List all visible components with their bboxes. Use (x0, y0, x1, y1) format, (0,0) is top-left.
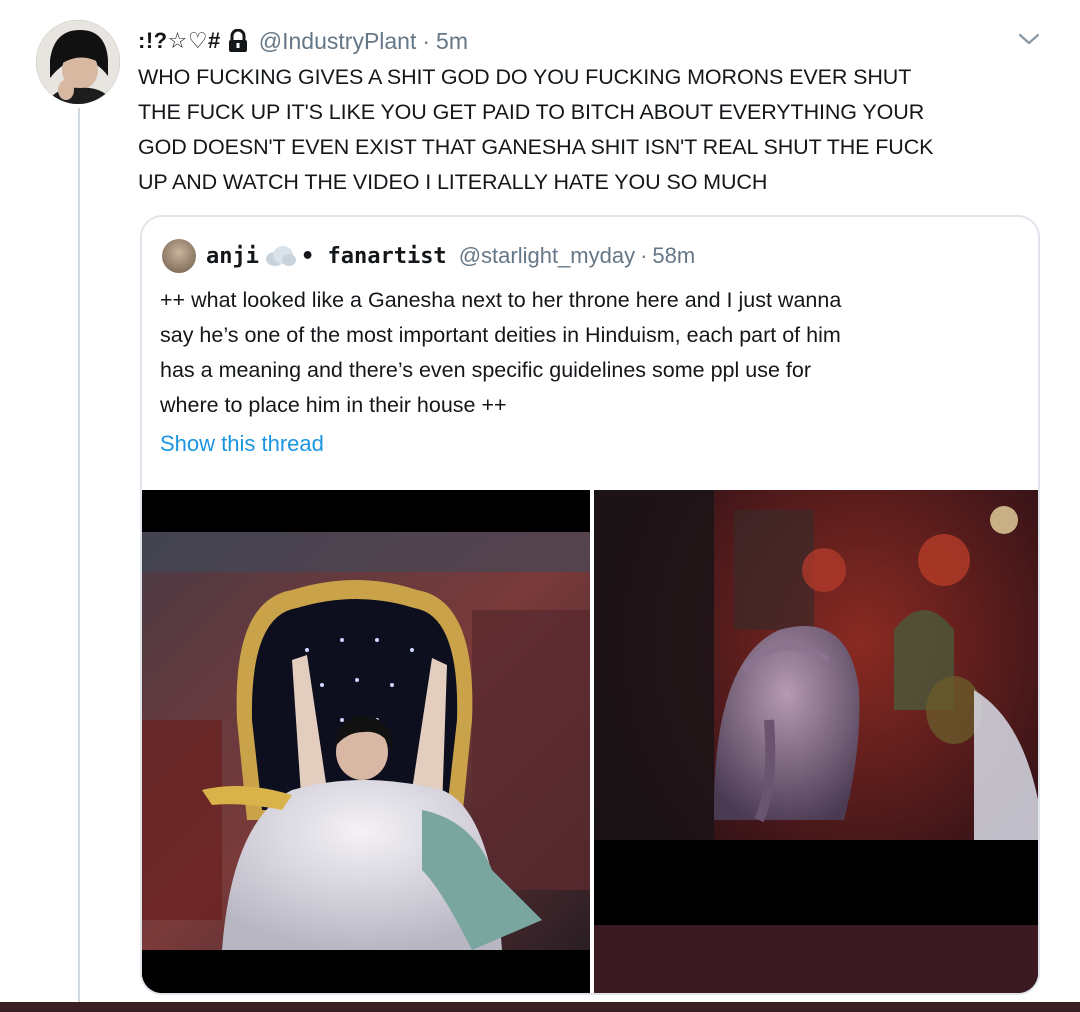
show-thread-link[interactable]: Show this thread (160, 431, 324, 457)
lock-icon (227, 29, 249, 53)
separator-dot: · (422, 27, 431, 54)
quoted-text-line: where to place him in their house ++ (160, 393, 507, 417)
tweet-text-line: THE FUCK UP IT'S LIKE YOU GET PAID TO BI… (138, 100, 925, 124)
tweet-text-line: UP AND WATCH THE VIDEO I LITERALLY HATE … (138, 170, 768, 194)
media-image-ganesha[interactable] (594, 490, 1038, 993)
quoted-text-line: has a meaning and there’s even specific … (160, 358, 811, 382)
quoted-display-name[interactable]: anji (206, 244, 259, 269)
timestamp[interactable]: 5m (436, 28, 468, 55)
tweet-screenshot: :!?☆♡# @IndustryPlant · 5m WHO FUCKING G… (0, 0, 1080, 1002)
avatar[interactable] (36, 20, 120, 104)
quoted-text: ++ what looked like a Ganesha next to he… (160, 283, 1030, 423)
bottom-bar (0, 1002, 1080, 1012)
media-image-throne[interactable] (142, 490, 590, 993)
handle[interactable]: @IndustryPlant (259, 28, 417, 55)
tweet-text: WHO FUCKING GIVES A SHIT GOD DO YOU FUCK… (138, 60, 1058, 200)
cloud-icon (263, 245, 297, 267)
thread-line (78, 108, 80, 1002)
chevron-down-icon[interactable] (1014, 28, 1044, 50)
separator-dot: · (640, 243, 648, 268)
quoted-avatar[interactable] (162, 239, 196, 273)
tweet-header: :!?☆♡# @IndustryPlant · 5m (138, 26, 468, 56)
quoted-text-line: say he’s one of the most important deiti… (160, 323, 841, 347)
quoted-handle[interactable]: @starlight_myday (459, 243, 635, 269)
quoted-text-line: ++ what looked like a Ganesha next to he… (160, 288, 842, 312)
tweet-text-line: GOD DOESN'T EVEN EXIST THAT GANESHA SHIT… (138, 135, 934, 159)
quoted-name-suffix: • fanartist (300, 243, 447, 269)
quoted-header: anji • fanartist @starlight_myday · 58m (206, 239, 695, 273)
quoted-tweet[interactable]: anji • fanartist @starlight_myday · 58m … (140, 215, 1040, 995)
display-name[interactable]: :!?☆♡# (138, 28, 221, 54)
tweet-text-line: WHO FUCKING GIVES A SHIT GOD DO YOU FUCK… (138, 65, 912, 89)
quoted-timestamp[interactable]: 58m (652, 243, 695, 269)
